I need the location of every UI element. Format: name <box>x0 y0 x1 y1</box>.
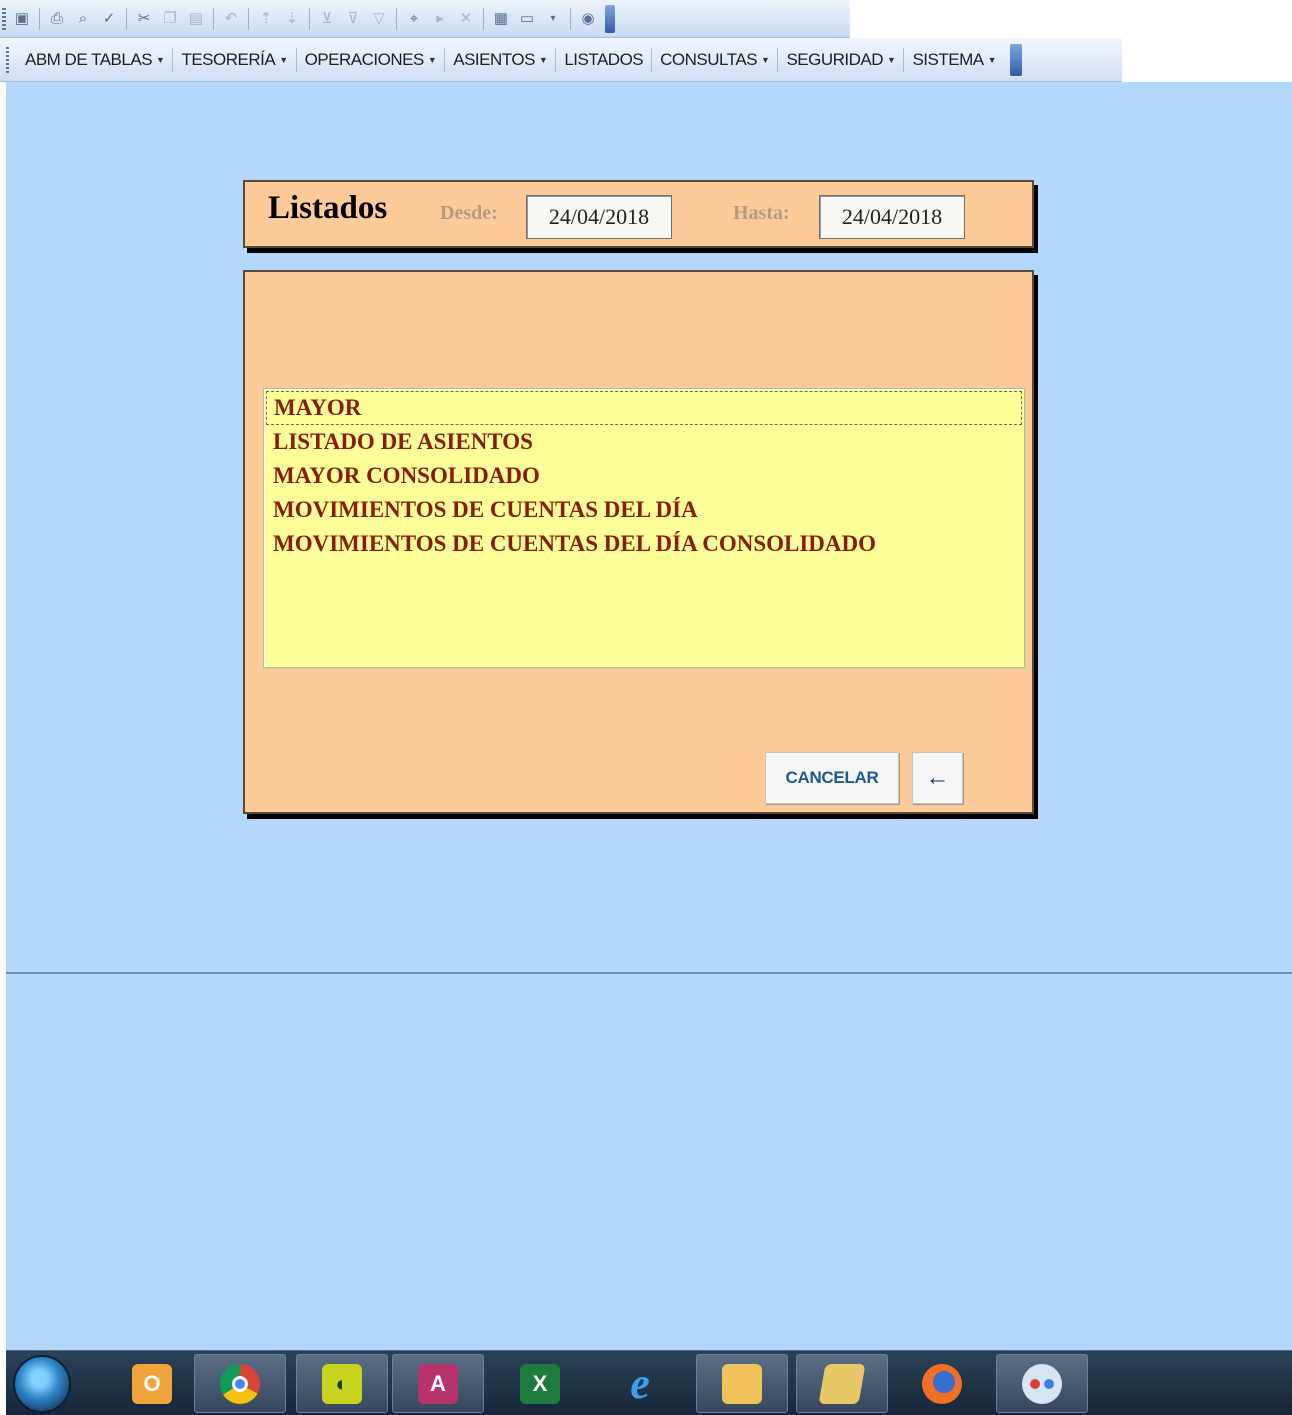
help-icon[interactable]: ◉ <box>577 8 599 30</box>
internet-explorer-icon: e <box>630 1359 650 1408</box>
taskbar-file-explorer[interactable] <box>696 1354 788 1413</box>
paint-icon <box>1022 1363 1062 1404</box>
file-explorer-icon <box>722 1363 762 1404</box>
taskbar-internet-explorer[interactable]: e <box>594 1354 686 1413</box>
filter-form-icon[interactable]: ⊽ <box>342 8 364 30</box>
taskbar-firefox[interactable] <box>896 1354 988 1413</box>
excel-icon: X <box>520 1363 560 1404</box>
menu-consultas[interactable]: CONSULTAS ▼ <box>652 45 777 75</box>
toolbar-separator <box>213 7 214 30</box>
cancel-button[interactable]: CANCELAR <box>765 752 899 804</box>
chevron-down-icon[interactable]: ▾ <box>542 8 564 30</box>
menu-label: TESORERÍA <box>181 49 276 69</box>
menu-label: ASIENTOS <box>453 49 535 69</box>
desde-label: Desde: <box>440 202 498 224</box>
back-button[interactable]: ← <box>912 752 963 804</box>
menu-label: LISTADOS <box>564 49 644 69</box>
listados-header-panel: Listados Desde: 24/04/2018 Hasta: 24/04/… <box>243 180 1034 248</box>
form-workspace: Listados Desde: 24/04/2018 Hasta: 24/04/… <box>6 82 1292 1350</box>
taskbar-folder[interactable] <box>796 1354 888 1413</box>
print-icon[interactable]: ⎙ <box>46 8 68 30</box>
menu-label: CONSULTAS <box>660 49 758 69</box>
apply-filter-icon[interactable]: ▽ <box>368 8 390 30</box>
taskbar-paint[interactable] <box>996 1354 1088 1413</box>
menu-abm-de-tablas[interactable]: ABM DE TABLAS ▼ <box>17 45 172 75</box>
standard-toolbar: ▣ ⎙ ⌕ ✓ ✂ ❐ ▤ ↶ ⇡ ⇣ ⊻ ⊽ ▽ ⌖ ▸ ✕ ▦ ▭ ▾ ◉ <box>0 0 1292 38</box>
toolbar-separator <box>39 7 40 30</box>
filter-selection-icon[interactable]: ⊻ <box>316 8 338 30</box>
toolbar-separator <box>570 7 571 30</box>
list-item[interactable]: MOVIMIENTOS DE CUENTAS DEL DÍA <box>264 493 1024 527</box>
toolbar-grip[interactable] <box>2 7 6 30</box>
menubar-grip[interactable] <box>6 46 9 73</box>
menu-tesoreria[interactable]: TESORERÍA ▼ <box>173 45 295 75</box>
sort-ascending-icon[interactable]: ⇡ <box>255 8 277 30</box>
print-preview-icon[interactable]: ⌕ <box>72 8 94 30</box>
undo-icon[interactable]: ↶ <box>220 8 242 30</box>
menubar-strip: ABM DE TABLAS ▼ TESORERÍA ▼ OPERACIONES ▼ A… <box>0 38 1122 82</box>
windows-start-icon[interactable] <box>13 1355 71 1413</box>
menu-seguridad[interactable]: SEGURIDAD ▼ <box>778 45 903 75</box>
list-item[interactable]: MAYOR <box>266 391 1022 425</box>
toolbar-separator <box>126 7 127 30</box>
back-arrow-icon: ← <box>925 764 950 791</box>
taskbar-outlook[interactable]: O <box>106 1354 198 1413</box>
menu-label: ABM DE TABLAS <box>25 49 153 69</box>
delete-record-icon[interactable]: ✕ <box>455 8 477 30</box>
sort-descending-icon[interactable]: ⇣ <box>281 8 303 30</box>
menubar-options-icon[interactable] <box>1010 43 1023 76</box>
menu-sistema[interactable]: SISTEMA ▼ <box>904 45 1004 75</box>
chevron-down-icon: ▼ <box>279 54 288 65</box>
list-item[interactable]: LISTADO DE ASIENTOS <box>264 425 1024 459</box>
toolbar-options-icon[interactable] <box>605 4 615 33</box>
menu-label: OPERACIONES <box>304 49 425 69</box>
toolbar-strip: ▣ ⎙ ⌕ ✓ ✂ ❐ ▤ ↶ ⇡ ⇣ ⊻ ⊽ ▽ ⌖ ▸ ✕ ▦ ▭ ▾ ◉ <box>0 0 850 38</box>
chevron-down-icon: ▼ <box>427 54 437 65</box>
firefox-icon <box>922 1363 962 1404</box>
toolbar-separator <box>483 7 484 30</box>
database-window-icon[interactable]: ▦ <box>490 8 512 30</box>
menu-asientos[interactable]: ASIENTOS ▼ <box>445 45 555 75</box>
chevron-down-icon: ▼ <box>761 54 770 65</box>
toolbar-separator <box>309 7 310 30</box>
copy-icon[interactable]: ❐ <box>159 8 181 30</box>
listados-main-panel: MAYOR LISTADO DE ASIENTOS MAYOR CONSOLID… <box>243 270 1034 814</box>
list-item[interactable]: MAYOR CONSOLIDADO <box>264 459 1024 493</box>
paste-icon[interactable]: ▤ <box>185 8 207 30</box>
folder-icon <box>818 1363 866 1404</box>
menu-operaciones[interactable]: OPERACIONES ▼ <box>297 45 445 75</box>
list-item[interactable]: MOVIMIENTOS DE CUENTAS DEL DÍA CONSOLIDA… <box>264 527 1024 561</box>
desde-date-field[interactable]: 24/04/2018 <box>526 195 672 239</box>
chevron-down-icon: ▼ <box>538 54 548 65</box>
chevron-down-icon: ▼ <box>156 54 165 65</box>
custom-menubar: ABM DE TABLAS ▼ TESORERÍA ▼ OPERACIONES ▼ A… <box>0 38 1292 82</box>
save-icon[interactable]: ▣ <box>11 8 33 30</box>
outlook-icon: O <box>132 1363 172 1404</box>
find-icon[interactable]: ⌖ <box>403 8 425 30</box>
form-title: Listados <box>268 190 388 226</box>
chrome-icon <box>220 1363 260 1404</box>
section-divider <box>6 972 1292 974</box>
hasta-date-field[interactable]: 24/04/2018 <box>819 195 965 239</box>
toolbar-separator <box>248 7 249 30</box>
toolbar-separator <box>396 7 397 30</box>
menu-label: SISTEMA <box>912 49 984 69</box>
cut-icon[interactable]: ✂ <box>133 8 155 30</box>
menu-listados[interactable]: LISTADOS <box>556 45 651 75</box>
new-record-icon[interactable]: ▸ <box>429 8 451 30</box>
chevron-down-icon: ▼ <box>987 54 997 65</box>
hasta-label: Hasta: <box>733 202 790 224</box>
taskbar-custom-app[interactable]: ◐ <box>296 1354 388 1413</box>
spellcheck-icon[interactable]: ✓ <box>98 8 120 30</box>
taskbar-chrome[interactable] <box>194 1354 286 1413</box>
taskbar-access[interactable]: A <box>392 1354 484 1413</box>
chevron-down-icon: ▼ <box>887 54 896 65</box>
custom-app-icon: ◐ <box>322 1363 362 1404</box>
access-icon: A <box>418 1363 458 1404</box>
taskbar-excel[interactable]: X <box>494 1354 586 1413</box>
new-object-icon[interactable]: ▭ <box>516 8 538 30</box>
menu-label: SEGURIDAD <box>786 49 884 69</box>
windows-taskbar: O ◐ A X e <box>6 1350 1292 1415</box>
report-list-box[interactable]: MAYOR LISTADO DE ASIENTOS MAYOR CONSOLID… <box>263 388 1025 668</box>
